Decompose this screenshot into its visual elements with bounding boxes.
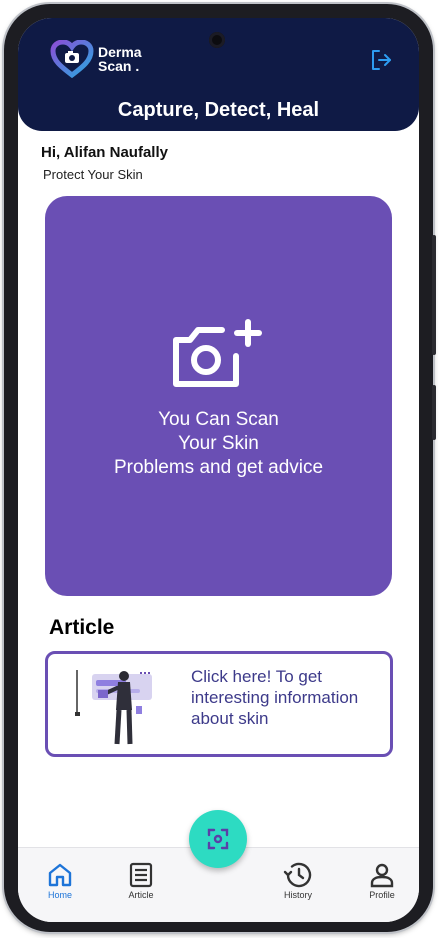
- header-title: Capture, Detect, Heal: [117, 99, 320, 121]
- article-card[interactable]: Click here! To get interesting informati…: [45, 651, 393, 757]
- home-icon: [48, 863, 72, 887]
- article-icon: [129, 862, 153, 888]
- profile-icon: [370, 863, 394, 888]
- nav-article-label: Article: [128, 890, 154, 900]
- nav-profile-label: Profile: [369, 890, 395, 900]
- scan-fab-button[interactable]: [189, 810, 247, 868]
- app-screen: Derma Scan . Capture, Detect, Heal Hi, A…: [18, 18, 419, 922]
- scan-text-line3: Problems and get advice: [113, 457, 324, 478]
- nav-history-label: History: [283, 890, 312, 900]
- nav-history[interactable]: History: [268, 862, 328, 900]
- greeting-name: Hi, Alifan Naufally: [41, 144, 168, 161]
- nav-article[interactable]: Article: [111, 862, 171, 900]
- add-camera-icon: [173, 319, 262, 387]
- heart-camera-logo-icon: [50, 40, 94, 78]
- nav-home[interactable]: Home: [30, 862, 90, 900]
- person-presentation-illustration: [75, 670, 152, 745]
- volume-button: [432, 235, 436, 355]
- scan-text-line2: Your Skin: [178, 433, 259, 454]
- logo-line2: Scan .: [98, 58, 140, 74]
- front-camera: [209, 32, 225, 48]
- logo-text: Derma Scan .: [98, 45, 142, 73]
- nav-profile[interactable]: Profile: [352, 862, 412, 900]
- nav-home-label: Home: [47, 890, 72, 900]
- scan-card-text: You Can Scan Your Skin Problems and get …: [45, 408, 392, 480]
- scan-text-line1: You Can Scan: [158, 409, 279, 430]
- logout-icon[interactable]: [369, 48, 393, 72]
- greeting-subtitle: Protect Your Skin: [43, 167, 143, 182]
- article-heading: Article: [49, 616, 115, 639]
- power-button: [432, 385, 436, 440]
- logo-line1: Derma: [98, 44, 142, 60]
- history-icon: [283, 862, 312, 888]
- app-logo: Derma Scan .: [50, 40, 142, 78]
- scan-skin-card[interactable]: You Can Scan Your Skin Problems and get …: [45, 196, 392, 596]
- scan-icon: [207, 828, 229, 850]
- article-card-text: Click here! To get interesting informati…: [191, 667, 359, 728]
